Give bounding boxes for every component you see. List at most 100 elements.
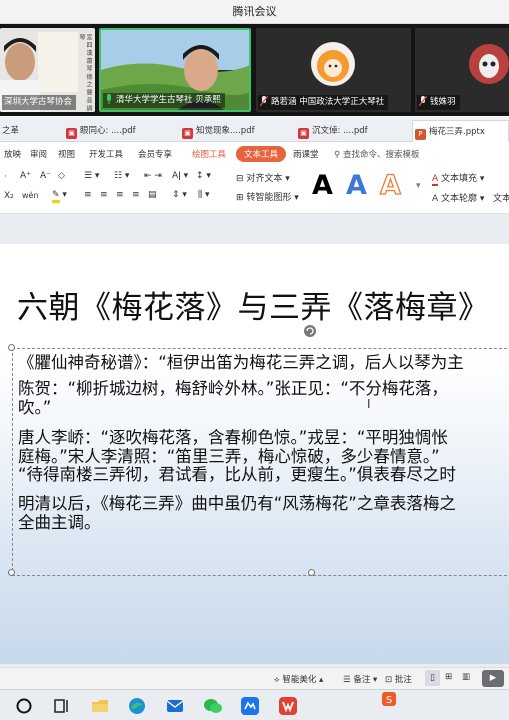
tencent-meeting-icon[interactable] [240,696,260,716]
font-smaller-button[interactable]: A⁻ [40,171,51,181]
video-tile-1[interactable]: 宮 四 漢 蕭 琴 德 之 聲 音 調 琴 深圳大学古琴协会 [0,28,95,112]
resize-handle-top-left[interactable] [8,344,15,351]
menu-slideshow[interactable]: 放映 [4,148,21,160]
menu-developer[interactable]: 开发工具 [89,148,123,160]
text-outline-button[interactable]: A 文本轮廓 ▾ [432,191,484,204]
resize-handle-bottom-center[interactable] [308,569,315,576]
tab-text-tools[interactable]: 文本工具 [236,146,287,162]
svg-text:S: S [386,695,392,706]
paragraph-spacing-icon[interactable]: ⇕ ▾ [172,190,187,200]
slide-text-line-3: 吹。” [18,398,52,417]
search-box[interactable]: ⚲ 查找命令、搜索模板 [334,148,419,160]
text-fill-button[interactable]: A 文本填充 ▾ [432,171,484,186]
wps-office-icon[interactable] [278,696,298,716]
doc-tab-4[interactable]: ▣ 沉文倬: ....pdf [296,120,388,142]
font-bigger-button[interactable]: A⁺ [20,171,31,181]
task-view-icon[interactable] [52,696,72,716]
rotate-handle-icon[interactable] [303,324,317,338]
ppt-icon: P [415,129,426,140]
doc-tab-active[interactable]: P 梅花三弄.pptx [412,120,509,142]
slide-text-line-1: 《臞仙神奇秘谱》：“桓伊出笛为梅花三弄之调，后人以琴为主 [18,353,464,372]
windows-taskbar: S [0,689,509,720]
notes-button[interactable]: ☰ 备注 ▾ [343,673,377,685]
text-effect-button[interactable]: 文本 [493,191,509,204]
mic-on-icon [107,94,111,104]
menu-rain-classroom[interactable]: 雨课堂 [293,148,319,160]
bullets-icon[interactable]: ☰ ▾ [84,171,99,181]
status-bar: ⟡ 智能美化 ▴ ☰ 备注 ▾ ⊡ 批注 ▯ ⊞ ▥ ▶ [0,667,509,689]
distribute-icon[interactable]: ▤ [148,190,157,200]
columns-icon[interactable]: ⫼ ▾ [198,190,210,200]
text-direction-icon[interactable]: Aǀ ▾ [172,171,188,181]
doc-tab-1[interactable]: 之革 [0,120,58,142]
justify-icon[interactable]: ≡ [132,190,140,200]
ribbon-menu: 放映 审阅 视图 开发工具 会员专享 绘图工具 文本工具 雨课堂 ⚲ 查找命令、… [0,142,509,167]
text-toolbar: · A⁺ A⁻ ◇ ☰ ▾ ☷ ▾ ⇤ ⇥ Aǀ ▾ ↕ ▾ ⊟ 对齐文本 ▾ … [0,167,509,214]
mail-icon[interactable] [165,696,185,716]
subscript-button[interactable]: X₂ [4,191,14,201]
align-right-icon[interactable]: ≡ [116,190,124,200]
align-left-icon[interactable]: ≡ [84,190,92,200]
dropdown-caret-icon[interactable]: · [4,172,7,182]
edge-browser-icon[interactable] [127,696,147,716]
smart-beautify-button[interactable]: ⟡ 智能美化 ▴ [274,673,323,685]
comments-button[interactable]: ⊡ 批注 [385,673,412,685]
mic-muted-icon [419,96,427,106]
participant-name-3: 路若涵 中国政法大学正大琴社 [258,95,389,110]
video-tile-2[interactable]: 清华大学学生古琴社 贝承熙 [99,28,251,112]
text-style-orange-outline[interactable]: A [379,169,401,201]
menu-view[interactable]: 视图 [58,148,75,160]
cortana-search-icon[interactable] [14,696,34,716]
numbering-icon[interactable]: ☷ ▾ [114,171,129,181]
convert-smartart-button[interactable]: ⊞ 转智能图形 ▾ [236,190,299,203]
slide-text-line-5: 庭梅。”宋人李清照：“笛里三弄，梅心惊破，多少春情意。” [18,447,440,466]
window-title: 腾讯会议 [232,5,277,18]
wps-tray-icon[interactable]: S [382,692,396,706]
document-tabbar: 之革 ▣ 眼同心: ....pdf ▣ 知觉现象....pdf ▣ 沉文倬: ....… [0,117,509,142]
slide-canvas-area: 六朝《梅花落》与三弄《落梅章》 《臞仙神奇秘谱》：“桓伊出笛为梅花三弄之调，后人… [0,214,509,667]
slide-text-line-4: 唐人李峤：“逐吹梅花落，含春柳色惊。”戎昱：“平明独惆怅 [18,428,448,447]
styles-more-icon[interactable]: ▾ [416,181,421,191]
participant-name-2: 清华大学学生古琴社 贝承熙 [103,93,225,108]
slide[interactable]: 六朝《梅花落》与三弄《落梅章》 《臞仙神奇秘谱》：“桓伊出笛为梅花三弄之调，后人… [0,244,509,664]
mic-muted-icon [260,96,268,106]
slide-title[interactable]: 六朝《梅花落》与三弄《落梅章》 [17,282,490,327]
align-text-button[interactable]: ⊟ 对齐文本 ▾ [236,171,290,184]
slide-text-line-8: 全曲主调。 [18,513,101,532]
phonetic-guide-button[interactable]: wén [22,191,39,200]
video-strip: 宮 四 漢 蕭 琴 德 之 聲 音 調 琴 深圳大学古琴协会 清华大学学生古琴社… [0,24,509,116]
tab-drawing-tools[interactable]: 绘图工具 [192,148,226,160]
text-style-blue[interactable]: A [346,170,367,201]
file-explorer-icon[interactable] [90,696,110,716]
participant-name-1: 深圳大学古琴协会 [2,95,77,110]
pdf-icon: ▣ [66,128,77,139]
slide-text-line-7: 明清以后，《梅花三弄》曲中虽仍有“风荡梅花”之章表落梅之 [18,494,456,513]
clear-format-icon[interactable]: ◇ [58,171,65,181]
doc-tab-3[interactable]: ▣ 知觉现象....pdf [180,120,272,142]
align-center-icon[interactable]: ≡ [100,190,108,200]
doc-tab-2[interactable]: ▣ 眼同心: ....pdf [64,120,156,142]
slide-text-line-2: 陈贺：“柳折城边树，梅舒岭外林。”张正见：“不分梅花落， [18,379,448,398]
search-icon: ⚲ [334,150,341,160]
participant-name-4: 钱姝羽 [417,95,460,110]
line-spacing-icon[interactable]: ↕ ▾ [196,171,211,181]
text-style-black[interactable]: A [312,170,333,201]
normal-view-icon[interactable]: ▯ [425,670,440,686]
slide-text-line-6: “待得南楼三弄彻，君试看，比从前，更瘦生。”俱表春尽之时 [18,465,456,484]
menu-review[interactable]: 审阅 [30,148,47,160]
video-tile-3[interactable]: 路若涵 中国政法大学正大琴社 [256,28,411,112]
text-cursor-icon: I [367,397,371,411]
play-slideshow-icon[interactable]: ▶ [482,670,504,687]
indent-icon[interactable]: ⇤ ⇥ [144,171,162,181]
meeting-titlebar: 腾讯会议 [0,0,509,24]
pdf-icon: ▣ [298,128,309,139]
slide-sorter-icon[interactable]: ⊞ [445,672,452,682]
selected-text-box[interactable]: 《臞仙神奇秘谱》：“桓伊出笛为梅花三弄之调，后人以琴为主 陈贺：“柳折城边树，梅… [12,348,509,576]
highlight-color-icon[interactable]: ✎ ▾ [52,190,67,203]
video-tile-4[interactable]: 钱姝羽 [415,28,509,112]
reading-view-icon[interactable]: ▥ [462,672,470,682]
pdf-icon: ▣ [182,128,193,139]
menu-member[interactable]: 会员专享 [138,148,172,160]
resize-handle-bottom-left[interactable] [8,569,15,576]
wechat-icon[interactable] [203,696,223,716]
